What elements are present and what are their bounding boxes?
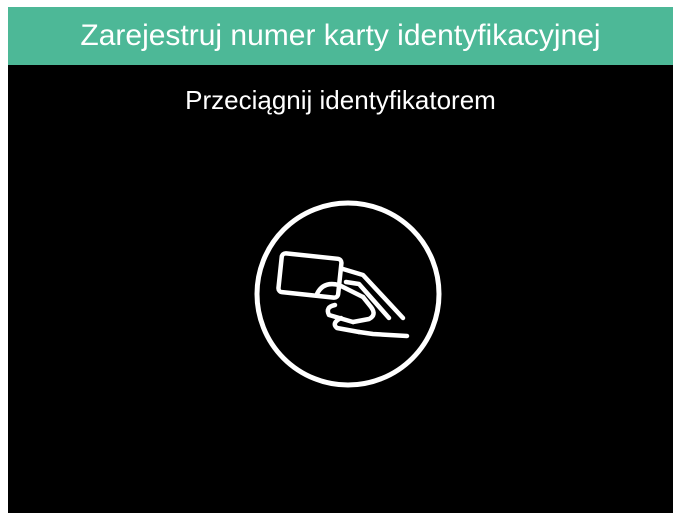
swipe-instruction: Przeciągnij identyfikatorem (185, 85, 496, 115)
card-swipe-icon (251, 197, 445, 391)
header-bar: Zarejestruj numer karty identyfikacyjnej (8, 7, 673, 65)
kiosk-screen: Zarejestruj numer karty identyfikacyjnej… (8, 7, 673, 513)
page-title: Zarejestruj numer karty identyfikacyjnej (80, 19, 601, 52)
